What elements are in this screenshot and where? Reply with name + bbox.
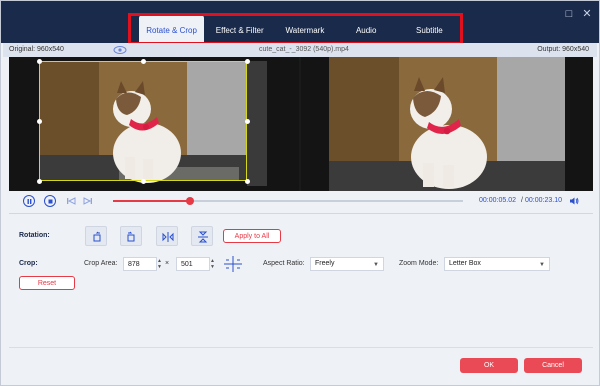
stop-icon [48,199,52,203]
flip-horizontal-button[interactable] [156,226,178,246]
title-bar: Rotate & Crop Effect & Filter Watermark … [1,1,599,45]
zoom-mode-select[interactable]: Letter Box ▼ [444,257,550,271]
ok-button[interactable]: OK [460,358,518,373]
tab-bar: Rotate & Crop Effect & Filter Watermark … [131,15,461,45]
time-separator: / [521,197,523,204]
preview-area [9,57,593,191]
apply-to-all-button[interactable]: Apply to All [223,229,281,243]
rotate-right-button[interactable] [120,226,142,246]
current-time: 00:00:05.02 [479,197,516,204]
section-divider [9,213,593,214]
crop-handle-bottom-right[interactable] [245,179,250,184]
playback-bar: 00:00:05.02 / 00:00:23.10 [3,191,597,211]
crop-handle-bottom[interactable] [141,179,146,184]
previous-frame-icon[interactable] [66,196,76,206]
total-time: 00:00:23.10 [525,197,562,204]
flip-vertical-icon [198,231,208,243]
aspect-ratio-label: Aspect Ratio: [263,260,305,267]
chevron-down-icon: ▼ [539,262,545,268]
times-sign: × [165,260,170,267]
original-resolution: Original: 960x540 [9,46,64,53]
seek-bar[interactable] [113,197,463,205]
crop-handle-top-right[interactable] [245,59,250,64]
crop-width-input[interactable] [123,257,157,271]
close-icon[interactable]: ✕ [580,7,594,21]
zoom-mode-value: Letter Box [449,260,481,267]
aspect-ratio-select[interactable]: Freely ▼ [310,257,384,271]
crop-height-input[interactable] [176,257,210,271]
flip-vertical-button[interactable] [191,226,213,246]
crop-width-stepper[interactable]: ▲ ▼ [157,258,163,270]
output-preview [301,57,593,191]
maximize-icon[interactable]: □ [562,7,576,21]
chevron-down-icon: ▼ [373,262,379,268]
seek-bar-progress [113,200,190,202]
rotate-left-icon [93,231,101,242]
pause-icon [27,198,31,204]
center-crop-icon[interactable] [223,255,243,273]
tab-audio[interactable]: Audio [335,15,398,45]
file-name: cute_cat_-_3092 (540p).mp4 [259,46,349,53]
flip-horizontal-icon [162,232,174,242]
tab-rotate-crop[interactable]: Rotate & Crop [139,15,205,45]
crop-handle-top-left[interactable] [37,59,42,64]
crop-frame[interactable] [39,61,247,181]
aspect-ratio-value: Freely [315,260,335,267]
output-resolution: Output: 960x540 [537,46,589,53]
stop-button[interactable] [44,195,56,207]
editor-window: Rotate & Crop Effect & Filter Watermark … [0,0,600,386]
rotate-right-icon [127,231,135,242]
reset-button[interactable]: Reset [19,276,75,290]
eye-icon[interactable] [113,45,127,55]
video-frame-output [301,57,593,191]
rotation-label: Rotation: [19,232,50,239]
original-preview[interactable] [9,57,299,191]
pause-button[interactable] [23,195,35,207]
crop-handle-top[interactable] [141,59,146,64]
tab-effect-filter[interactable]: Effect & Filter [204,15,275,45]
info-bar: Original: 960x540 cute_cat_-_3092 (540p)… [3,43,597,57]
cancel-button[interactable]: Cancel [524,358,582,373]
seek-knob[interactable] [186,197,194,205]
crop-height-stepper[interactable]: ▲ ▼ [210,258,216,270]
crop-handle-bottom-left[interactable] [37,179,42,184]
rotate-left-button[interactable] [85,226,107,246]
zoom-mode-label: Zoom Mode: [399,260,439,267]
crop-label: Crop: [19,260,38,267]
next-frame-icon[interactable] [83,196,93,206]
footer-divider [9,347,593,348]
crop-handle-right[interactable] [245,119,250,124]
volume-icon[interactable] [569,196,579,206]
crop-area-label: Crop Area: [84,260,118,267]
tab-watermark[interactable]: Watermark [275,15,334,45]
crop-handle-left[interactable] [37,119,42,124]
tab-subtitle[interactable]: Subtitle [398,15,461,45]
